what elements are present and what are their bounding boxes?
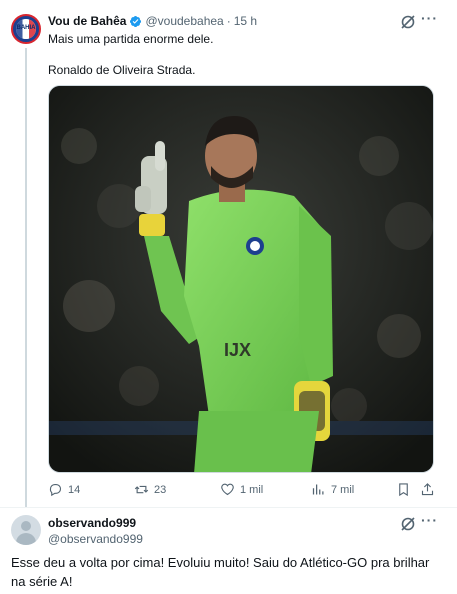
retweet-count: 23 [154, 483, 167, 496]
tweet-time[interactable]: 15 h [234, 14, 257, 28]
verified-badge-icon [130, 15, 142, 27]
more-options-icon[interactable]: ··· [421, 10, 439, 28]
retweet-action[interactable]: 23 [134, 482, 166, 497]
reply-text: Esse deu a volta por cima! Evoluiu muito… [11, 555, 430, 589]
retweet-icon [134, 485, 149, 494]
grok-icon[interactable] [400, 14, 416, 30]
grok-icon[interactable] [400, 516, 416, 532]
reply-avatar[interactable] [11, 515, 41, 545]
photo-goalkeeper-gesture-icon: IJX [49, 86, 433, 472]
header-separator: · [226, 14, 231, 28]
views-icon [312, 484, 324, 495]
views-action[interactable]: 7 mil [311, 482, 354, 497]
share-icon [421, 483, 434, 496]
tweet-actions: 14 23 1 mil 7 mil [48, 482, 438, 500]
tweet-header: Vou de Bahêa @voudebahea · 15 h [48, 14, 257, 28]
bookmark-action[interactable] [396, 482, 411, 497]
heart-icon [221, 483, 234, 496]
reply-action[interactable]: 14 [48, 482, 80, 497]
reply-author-name[interactable]: observando999 [48, 516, 136, 530]
avatar-crest-text: BAHIA [16, 25, 36, 31]
thread-line [25, 48, 27, 508]
reply-icon [49, 483, 62, 497]
author-handle[interactable]: @voudebahea [145, 14, 223, 28]
reply-count: 14 [68, 483, 81, 496]
tweet-text-line2: Ronaldo de Oliveira Strada. [48, 63, 196, 77]
svg-text:IJX: IJX [224, 340, 251, 360]
tweet-divider [0, 507, 457, 508]
share-action[interactable] [420, 482, 435, 497]
author-avatar[interactable]: BAHIA [11, 14, 41, 44]
club-crest-icon: BAHIA [16, 19, 36, 39]
tweet-text-line1: Mais uma partida enorme dele. [48, 32, 214, 46]
like-count: 1 mil [240, 483, 264, 496]
tweet-photo[interactable]: IJX [48, 85, 434, 473]
author-name[interactable]: Vou de Bahêa [48, 14, 126, 28]
views-count: 7 mil [331, 483, 355, 496]
reply-author-handle[interactable]: @observando999 [48, 532, 143, 546]
more-options-icon[interactable]: ··· [421, 512, 438, 528]
bookmark-icon [399, 483, 408, 497]
like-action[interactable]: 1 mil [220, 482, 263, 497]
